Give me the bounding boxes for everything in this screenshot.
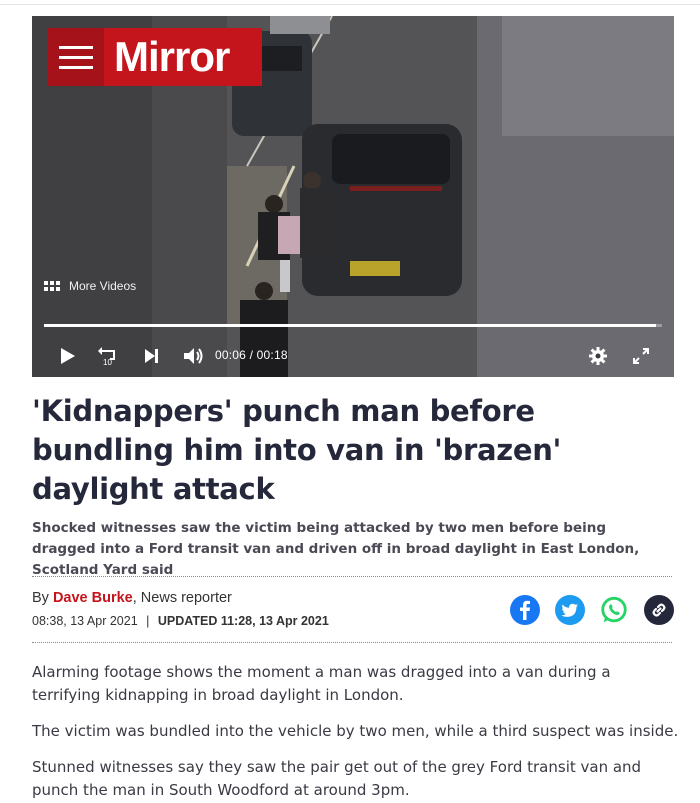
author-link[interactable]: Dave Burke [53,590,133,606]
video-time: 00:06 / 00:18 [215,348,288,362]
date-separator: | [146,614,150,628]
settings-gear-icon[interactable] [587,342,609,370]
menu-icon[interactable] [48,28,104,86]
mirror-logo[interactable]: Mirror [48,28,262,86]
more-videos-label: More Videos [69,279,137,293]
divider-bottom [32,642,672,643]
replay-10-icon[interactable]: 10 [96,342,120,370]
dateline: 08:38, 13 Apr 2021 | UPDATED 11:28, 13 A… [32,614,329,628]
paragraph-3: Stunned witnesses say they saw the pair … [32,758,642,799]
video-progress-bar[interactable] [44,324,662,327]
top-divider [0,4,700,5]
whatsapp-icon[interactable] [599,595,629,625]
author-role: , News reporter [132,590,232,606]
grid-icon [44,281,60,291]
updated-time: UPDATED 11:28, 13 Apr 2021 [157,614,329,628]
video-player[interactable]: Mirror More Videos 10 00:06 / 00:18 [32,16,674,377]
byline: By Dave Burke, News reporter [32,590,232,606]
twitter-icon[interactable] [555,595,585,625]
logo-text: Mirror [114,33,230,80]
headline: 'Kidnappers' punch man before bundling h… [32,394,562,506]
byline-prefix: By [32,590,49,606]
replay-seconds-label: 10 [103,358,112,367]
skip-next-icon[interactable] [140,342,162,370]
article-page: Mirror More Videos 10 00:06 / 00:18 'Kid… [0,0,700,803]
video-progress-fill [44,324,656,327]
link-icon[interactable] [644,595,674,625]
video-controls: 10 00:06 / 00:18 [32,342,674,370]
fullscreen-icon[interactable] [630,342,652,370]
volume-icon[interactable] [182,342,206,370]
current-time: 00:06 [215,348,247,362]
facebook-icon[interactable] [510,595,540,625]
paragraph-2: The victim was bundled into the vehicle … [32,722,679,740]
published-time: 08:38, 13 Apr 2021 [32,614,138,628]
standfirst: Shocked witnesses saw the victim being a… [32,520,640,578]
divider-top [32,576,672,577]
time-separator: / [249,348,254,362]
paragraph-1: Alarming footage shows the moment a man … [32,663,611,704]
play-icon[interactable] [56,342,78,370]
duration: 00:18 [256,348,288,362]
more-videos-button[interactable]: More Videos [44,279,136,293]
